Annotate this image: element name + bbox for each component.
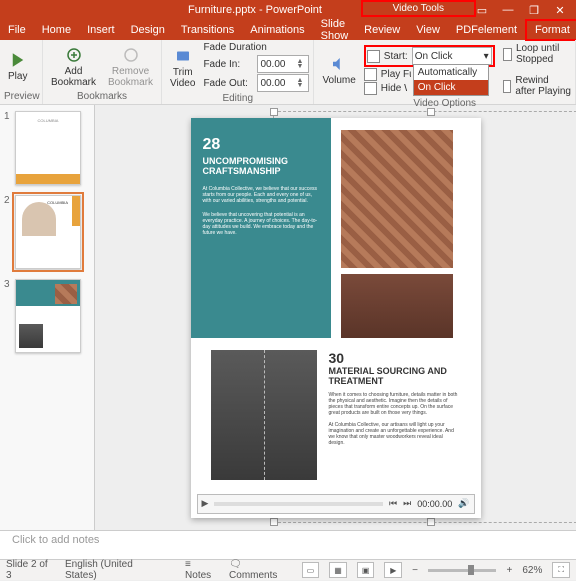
hide-checkbox[interactable]	[364, 82, 377, 95]
play-full-label: Play Full Screen	[381, 69, 411, 80]
close-icon[interactable]: ✕	[548, 4, 572, 17]
player-prev-icon[interactable]: ⏮	[389, 498, 397, 509]
tab-transitions[interactable]: Transitions	[173, 21, 242, 39]
rewind-label: Rewind after Playing	[515, 75, 571, 97]
view-reading-icon[interactable]: ▣	[357, 562, 375, 578]
group-bookmarks: Bookmarks	[47, 91, 157, 102]
remove-bookmark-button[interactable]: Remove Bookmark	[104, 44, 157, 90]
image-stitch	[211, 350, 317, 480]
fit-window-icon[interactable]: ⛶	[552, 562, 570, 578]
rewind-checkbox[interactable]	[503, 80, 512, 93]
fade-out-label: Fade Out:	[203, 78, 253, 89]
hide-label: Hide While Not Playing	[381, 83, 407, 94]
player-track[interactable]	[214, 502, 383, 506]
slide-thumb-3[interactable]	[15, 279, 81, 353]
slide-para-4: At Columbia Collective, our artisans wil…	[329, 422, 459, 446]
minimize-icon[interactable]: —	[496, 4, 520, 17]
tab-animations[interactable]: Animations	[242, 21, 312, 39]
tab-insert[interactable]: Insert	[79, 21, 123, 39]
fade-in-spinner[interactable]: 00.00▲▼	[257, 55, 309, 73]
status-slide: Slide 2 of 3	[6, 559, 55, 581]
player-time: 00:00.00	[417, 499, 452, 509]
start-dropdown[interactable]: On Click▾ Automatically On Click	[412, 47, 492, 65]
status-comments-button[interactable]: 🗨 Comments	[229, 559, 291, 581]
notes-pane[interactable]: Click to add notes	[0, 530, 576, 559]
status-notes-button[interactable]: ≡ Notes	[185, 559, 219, 581]
fade-duration-label: Fade Duration	[203, 42, 309, 53]
slide-thumb-2[interactable]: COLUMBIA	[15, 195, 81, 269]
loop-checkbox[interactable]	[503, 48, 512, 61]
slide-para-3: When it comes to choosing furniture, det…	[329, 392, 459, 416]
tab-format[interactable]: Format	[525, 19, 576, 41]
slide-number-2: 30	[329, 350, 459, 366]
play-button[interactable]: Play	[4, 49, 31, 84]
image-workshop	[341, 130, 453, 268]
player-next-icon[interactable]: ⏭	[403, 498, 411, 509]
add-bookmark-button[interactable]: Add Bookmark	[47, 44, 100, 90]
zoom-in-icon[interactable]: +	[506, 565, 512, 576]
slide-para-1: At Columbia Collective, we believe that …	[203, 186, 319, 204]
play-full-checkbox[interactable]	[364, 68, 377, 81]
tab-view[interactable]: View	[408, 21, 448, 39]
start-option-auto[interactable]: Automatically	[414, 65, 488, 80]
start-option-onclick[interactable]: On Click	[414, 80, 488, 95]
player-volume-icon[interactable]: 🔊	[458, 498, 469, 509]
image-leather	[341, 274, 453, 338]
group-preview: Preview	[4, 91, 38, 102]
zoom-out-icon[interactable]: −	[412, 565, 418, 576]
tab-review[interactable]: Review	[356, 21, 408, 39]
slide-canvas[interactable]: 28 UNCOMPROMISING CRAFTSMANSHIP At Colum…	[191, 118, 481, 518]
player-play-icon[interactable]: ▶	[202, 498, 209, 509]
start-checkbox[interactable]	[367, 50, 380, 63]
video-player-bar[interactable]: ▶ ⏮ ⏭ 00:00.00 🔊	[197, 494, 475, 514]
zoom-slider[interactable]	[428, 569, 497, 572]
fade-in-label: Fade In:	[203, 59, 253, 70]
view-slideshow-icon[interactable]: ▶	[384, 562, 402, 578]
tab-home[interactable]: Home	[34, 21, 79, 39]
slide-thumb-1[interactable]: COLUMBIA	[15, 111, 81, 185]
group-editing: Editing	[166, 93, 309, 104]
video-tools-label: Video Tools	[361, 0, 476, 17]
tab-file[interactable]: File	[0, 21, 34, 39]
volume-button[interactable]: Volume	[318, 53, 359, 88]
start-label: Start:	[384, 51, 408, 62]
trim-video-button[interactable]: Trim Video	[166, 45, 199, 91]
view-sorter-icon[interactable]: ▦	[329, 562, 347, 578]
tab-design[interactable]: Design	[123, 21, 173, 39]
view-normal-icon[interactable]: ▭	[302, 562, 320, 578]
zoom-level[interactable]: 62%	[522, 565, 542, 576]
slide-para-2: We believe that uncovering that potentia…	[203, 212, 319, 236]
loop-label: Loop until Stopped	[516, 43, 571, 65]
slide-number-1: 28	[203, 136, 319, 154]
tab-pdfelement[interactable]: PDFelement	[448, 21, 525, 39]
status-lang[interactable]: English (United States)	[65, 559, 165, 581]
slide-heading-2: MATERIAL SOURCING AND TREATMENT	[329, 366, 459, 386]
slide-heading-1: UNCOMPROMISING CRAFTSMANSHIP	[203, 156, 319, 176]
restore-icon[interactable]: ❐	[522, 4, 546, 17]
fade-out-spinner[interactable]: 00.00▲▼	[257, 74, 309, 92]
